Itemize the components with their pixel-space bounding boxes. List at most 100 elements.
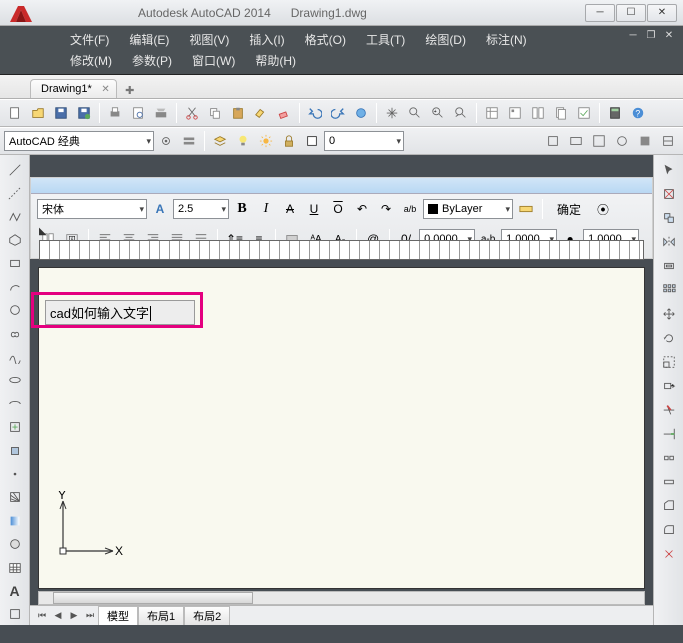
layer-dropdown[interactable]: 0 [324, 131, 404, 151]
file-tab[interactable]: Drawing1* ✕ [30, 79, 117, 98]
pline-icon[interactable] [4, 206, 26, 227]
ruler-indent-marker[interactable]: ◣ [39, 226, 47, 237]
table-icon[interactable] [4, 557, 26, 578]
explode-icon[interactable] [658, 543, 680, 565]
menu-file[interactable]: 文件(F) [60, 29, 119, 50]
spline-icon[interactable] [4, 346, 26, 367]
publish-icon[interactable] [150, 102, 172, 124]
arc-icon[interactable] [4, 276, 26, 297]
menu-draw[interactable]: 绘图(D) [415, 29, 476, 50]
menu-edit[interactable]: 编辑(E) [119, 29, 179, 50]
close-button[interactable]: ✕ [647, 4, 677, 22]
r1-icon[interactable] [542, 130, 564, 152]
text-height-input[interactable]: 2.5 [173, 199, 229, 219]
doc-close-button[interactable]: ✕ [661, 28, 677, 42]
options-icon[interactable]: ⦿ [592, 198, 614, 220]
rotate-icon[interactable] [658, 327, 680, 349]
circle-icon[interactable] [4, 299, 26, 320]
doc-restore-button[interactable]: ❐ [643, 28, 659, 42]
cut-icon[interactable] [181, 102, 203, 124]
ws-gear-icon[interactable] [155, 130, 177, 152]
eraser-icon[interactable] [273, 102, 295, 124]
workspace-dropdown[interactable]: AutoCAD 经典 [4, 131, 154, 151]
break-icon[interactable] [658, 447, 680, 469]
gradient-icon[interactable] [4, 510, 26, 531]
horizontal-scrollbar[interactable] [38, 591, 645, 605]
stretch-icon[interactable] [658, 375, 680, 397]
scrollbar-thumb[interactable] [53, 592, 253, 604]
trim-icon[interactable] [658, 399, 680, 421]
design-center-icon[interactable] [504, 102, 526, 124]
menu-tools[interactable]: 工具(T) [356, 29, 415, 50]
font-dropdown[interactable]: 宋体 [37, 199, 147, 219]
join-icon[interactable] [658, 471, 680, 493]
offset-icon[interactable] [658, 255, 680, 277]
revcloud-icon[interactable] [4, 323, 26, 344]
block-icon[interactable] [4, 440, 26, 461]
properties-icon[interactable] [481, 102, 503, 124]
ws-tools-icon[interactable] [178, 130, 200, 152]
pan-icon[interactable] [381, 102, 403, 124]
undo-text-icon[interactable]: ↶ [351, 198, 373, 220]
copy-icon[interactable] [204, 102, 226, 124]
strike-button[interactable]: A [279, 198, 301, 220]
point-icon[interactable] [4, 463, 26, 484]
bold-button[interactable]: B [231, 198, 253, 220]
menu-format[interactable]: 格式(O) [295, 29, 356, 50]
fillet-icon[interactable] [658, 519, 680, 541]
erase-icon[interactable] [658, 183, 680, 205]
scale-icon[interactable] [658, 351, 680, 373]
ellipse-arc-icon[interactable] [4, 393, 26, 414]
close-icon[interactable]: ✕ [101, 84, 109, 95]
calc-icon[interactable] [604, 102, 626, 124]
rect-icon[interactable] [4, 253, 26, 274]
menu-param[interactable]: 参数(P) [122, 50, 182, 71]
text-format-header[interactable] [31, 178, 652, 194]
redo-icon[interactable] [327, 102, 349, 124]
menu-dimension[interactable]: 标注(N) [476, 29, 537, 50]
layer-states-icon[interactable] [209, 130, 231, 152]
drawing-canvas[interactable]: ◣ cad如何输入文字 Y X [38, 267, 645, 589]
underline-button[interactable]: U [303, 198, 325, 220]
array-icon[interactable] [658, 279, 680, 301]
insert-icon[interactable] [4, 416, 26, 437]
tab-model[interactable]: 模型 [98, 606, 138, 626]
zoom-realtime-icon[interactable] [404, 102, 426, 124]
new-icon[interactable] [4, 102, 26, 124]
r2-icon[interactable] [565, 130, 587, 152]
menu-insert[interactable]: 插入(I) [239, 29, 294, 50]
open-icon[interactable] [27, 102, 49, 124]
ruler-icon[interactable] [515, 198, 537, 220]
undo-icon[interactable] [304, 102, 326, 124]
new-tab-button[interactable]: ✚ [121, 82, 139, 98]
stack-icon[interactable]: a/b [399, 198, 421, 220]
r3-icon[interactable] [588, 130, 610, 152]
region-icon[interactable] [4, 534, 26, 555]
extend-icon[interactable] [658, 423, 680, 445]
r6-icon[interactable] [657, 130, 679, 152]
doc-minimize-button[interactable]: ─ [625, 28, 641, 42]
zoom-window-icon[interactable]: + [427, 102, 449, 124]
maximize-button[interactable]: ☐ [616, 4, 646, 22]
xline-icon[interactable] [4, 182, 26, 203]
paste-icon[interactable] [227, 102, 249, 124]
help-icon[interactable]: ? [627, 102, 649, 124]
line-icon[interactable] [4, 159, 26, 180]
zoom-prev-icon[interactable] [450, 102, 472, 124]
layer-color-icon[interactable] [301, 130, 323, 152]
ruler-horizontal[interactable] [39, 240, 644, 260]
bulb-icon[interactable] [232, 130, 254, 152]
tab-layout2[interactable]: 布局2 [184, 606, 230, 626]
markup-icon[interactable] [573, 102, 595, 124]
match-icon[interactable] [250, 102, 272, 124]
add-icon[interactable] [4, 604, 26, 625]
link-icon[interactable] [350, 102, 372, 124]
mtext-editor[interactable]: cad如何输入文字 [45, 300, 195, 325]
mirror-icon[interactable] [658, 231, 680, 253]
menu-help[interactable]: 帮助(H) [245, 50, 306, 71]
saveas-icon[interactable] [73, 102, 95, 124]
ok-button[interactable]: 确定 [548, 198, 590, 220]
tab-layout1[interactable]: 布局1 [138, 606, 184, 626]
italic-button[interactable]: I [255, 198, 277, 220]
menu-window[interactable]: 窗口(W) [182, 50, 245, 71]
